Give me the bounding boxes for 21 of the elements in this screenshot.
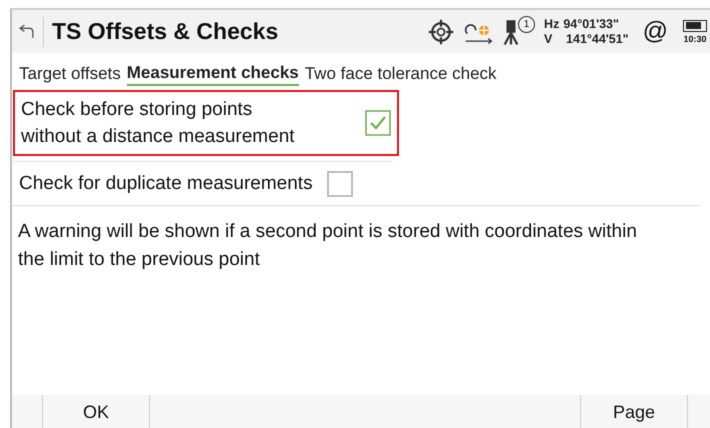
instrument-number-badge: 1 <box>518 16 536 32</box>
at-symbol[interactable]: @ <box>642 17 668 46</box>
tab[interactable]: Target offsets <box>19 63 121 86</box>
hz-label: Hz <box>544 16 560 32</box>
clock-time: 10:30 <box>683 34 707 44</box>
v-label: V <box>544 32 554 46</box>
focused-option-row[interactable]: Check before storing points without a distance measurement <box>13 90 399 156</box>
hz-reading: 94°01'33" <box>563 16 619 32</box>
checkbox[interactable] <box>365 110 391 136</box>
battery-icon <box>683 20 707 32</box>
back-icon[interactable] <box>18 23 35 40</box>
v-reading: 141°44'51" <box>566 32 629 46</box>
option-label: Check for duplicate measurements <box>19 172 313 196</box>
option-row[interactable]: Check for duplicate measurements <box>13 161 393 205</box>
tab[interactable]: Two face tolerance check <box>304 63 497 86</box>
window-title: TS Offsets & Checks <box>52 18 278 45</box>
checkbox[interactable] <box>326 170 353 196</box>
option-label: Check before storing points without a distance measurement <box>21 98 296 149</box>
info-text: A warning will be shown if a second point is stored with coordinates within the limit to the previous point <box>12 205 700 286</box>
crosshair-icon[interactable] <box>426 18 456 46</box>
tab[interactable]: Measurement checks <box>126 63 299 86</box>
